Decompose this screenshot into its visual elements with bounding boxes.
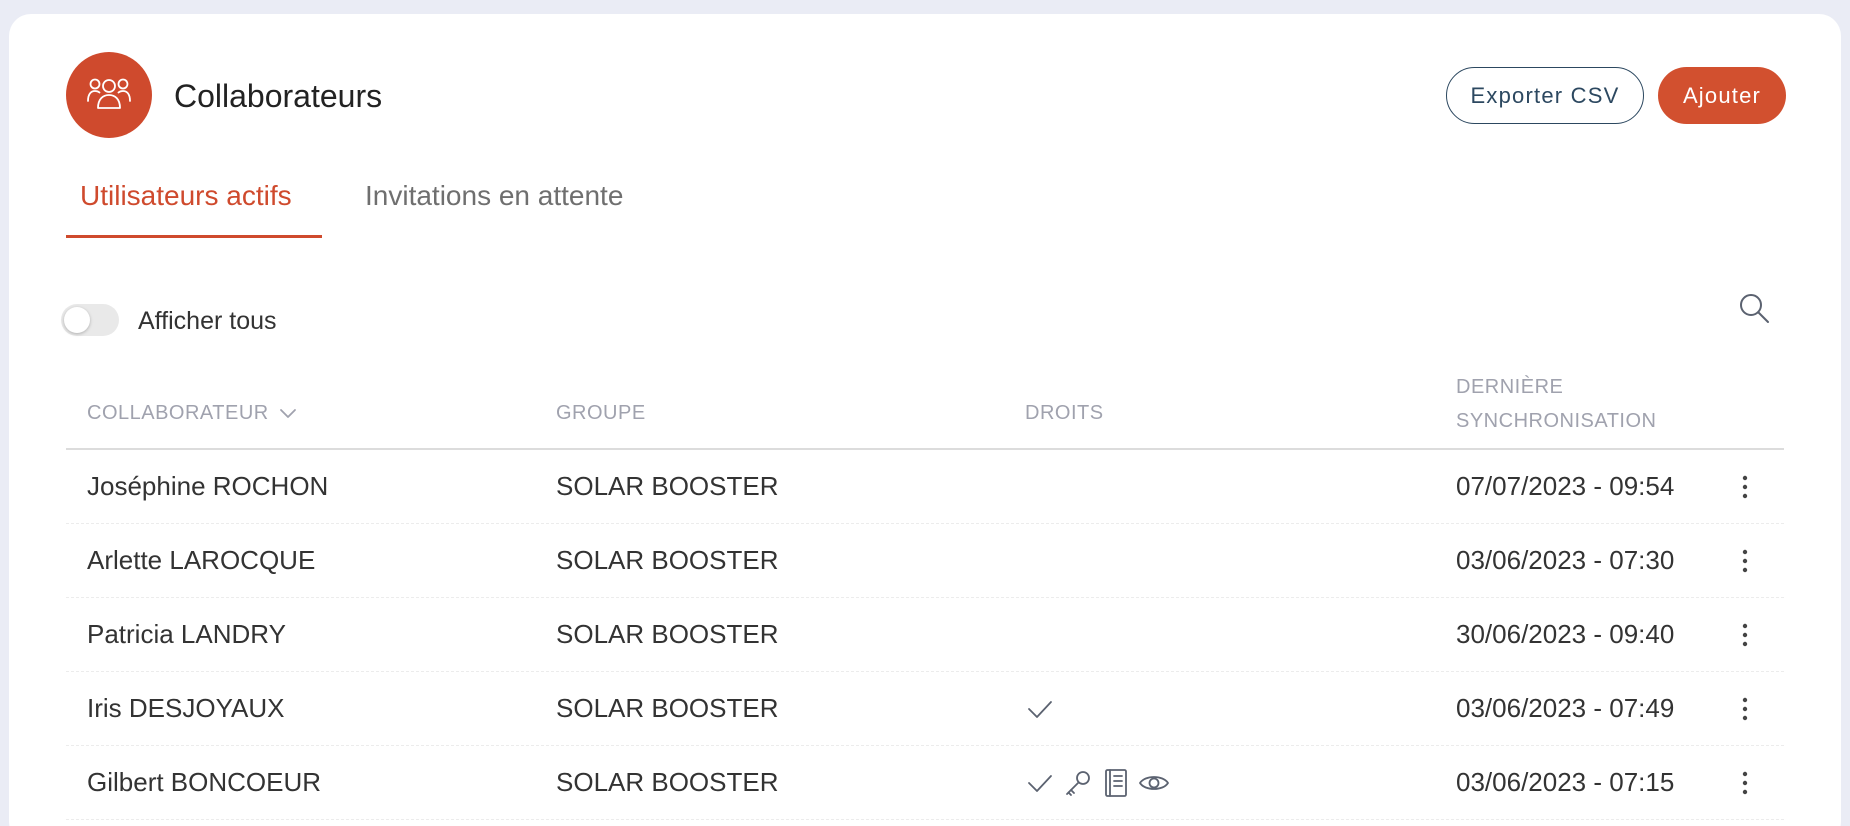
eye-icon bbox=[1138, 767, 1170, 799]
row-name: Arlette LAROCQUE bbox=[87, 545, 316, 575]
table-row: Iris DESJOYAUX SOLAR BOOSTER 03/06/2023 … bbox=[66, 672, 1784, 746]
row-group: SOLAR BOOSTER bbox=[556, 767, 779, 797]
page-title: Collaborateurs bbox=[174, 78, 383, 114]
users-icon bbox=[66, 52, 152, 138]
more-options-icon[interactable] bbox=[1733, 450, 1757, 523]
row-group: SOLAR BOOSTER bbox=[556, 471, 779, 501]
tab-active-users[interactable]: Utilisateurs actifs bbox=[80, 178, 292, 214]
search-icon[interactable] bbox=[1736, 290, 1772, 326]
row-last-sync: 30/06/2023 - 09:40 bbox=[1456, 619, 1675, 649]
row-last-sync: 03/06/2023 - 07:49 bbox=[1456, 693, 1675, 723]
more-options-icon[interactable] bbox=[1733, 524, 1757, 597]
row-group: SOLAR BOOSTER bbox=[556, 619, 779, 649]
row-last-sync: 07/07/2023 - 09:54 bbox=[1456, 471, 1675, 501]
row-name: Iris DESJOYAUX bbox=[87, 693, 285, 723]
book-icon bbox=[1100, 767, 1132, 799]
show-all-toggle[interactable] bbox=[61, 304, 119, 336]
table-row: Patricia LANDRY SOLAR BOOSTER 30/06/2023… bbox=[66, 598, 1784, 672]
column-header-group: GROUPE bbox=[556, 402, 646, 424]
row-name: Patricia LANDRY bbox=[87, 619, 286, 649]
table-row: Joséphine ROCHON SOLAR BOOSTER 07/07/202… bbox=[66, 450, 1784, 524]
toggle-knob bbox=[64, 307, 90, 333]
column-header-last-sync-line2: SYNCHRONISATION bbox=[1456, 410, 1657, 432]
add-button[interactable]: Ajouter bbox=[1658, 67, 1786, 124]
more-options-icon[interactable] bbox=[1733, 598, 1757, 671]
row-last-sync: 03/06/2023 - 07:30 bbox=[1456, 545, 1675, 575]
check-icon bbox=[1024, 767, 1056, 799]
row-group: SOLAR BOOSTER bbox=[556, 693, 779, 723]
more-options-icon[interactable] bbox=[1733, 672, 1757, 745]
column-header-collaborator[interactable]: COLLABORATEUR bbox=[87, 396, 297, 430]
show-all-label: Afficher tous bbox=[138, 307, 277, 335]
chevron-down-icon bbox=[279, 407, 297, 419]
row-name: Gilbert BONCOEUR bbox=[87, 767, 322, 797]
table-row: Gilbert BONCOEUR SOLAR BOOSTER 03/06/202… bbox=[66, 746, 1784, 820]
export-csv-button[interactable]: Exporter CSV bbox=[1446, 67, 1644, 124]
column-header-last-sync-line1: DERNIÈRE bbox=[1456, 376, 1564, 398]
row-rights bbox=[1024, 746, 1170, 819]
column-header-rights: DROITS bbox=[1025, 402, 1104, 424]
active-tab-indicator bbox=[66, 235, 322, 238]
table-row: Arlette LAROCQUE SOLAR BOOSTER 03/06/202… bbox=[66, 524, 1784, 598]
row-name: Joséphine ROCHON bbox=[87, 471, 329, 501]
row-rights bbox=[1024, 672, 1056, 745]
key-icon bbox=[1062, 767, 1094, 799]
row-last-sync: 03/06/2023 - 07:15 bbox=[1456, 767, 1675, 797]
row-group: SOLAR BOOSTER bbox=[556, 545, 779, 575]
more-options-icon[interactable] bbox=[1733, 746, 1757, 819]
check-icon bbox=[1024, 693, 1056, 725]
tab-pending-invitations[interactable]: Invitations en attente bbox=[365, 178, 623, 214]
column-header-collaborator-label: COLLABORATEUR bbox=[87, 402, 269, 424]
